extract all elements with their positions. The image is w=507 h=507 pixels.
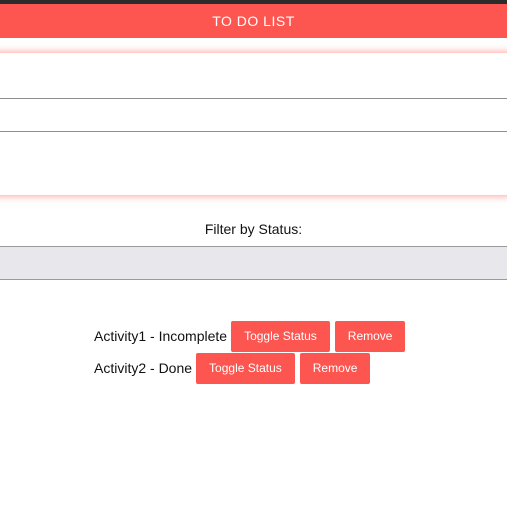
todo-name-input[interactable] [0,55,507,99]
toggle-status-button[interactable]: Toggle Status [196,352,295,384]
todo-list: Activity1 - Incomplete Toggle Status Rem… [94,320,410,384]
todo-item-text: Activity1 - Incomplete [94,328,228,344]
remove-button[interactable]: Remove [299,352,371,384]
remove-button[interactable]: Remove [334,320,406,352]
list-item: Activity1 - Incomplete Toggle Status Rem… [94,320,410,352]
todo-item-text: Activity2 - Done [94,360,193,376]
status-filter-select[interactable] [0,246,507,280]
list-item: Activity2 - Done Toggle Status Remove [94,352,410,384]
todo-status-input[interactable] [0,99,507,132]
todo-form [0,53,507,195]
toggle-status-button[interactable]: Toggle Status [231,320,330,352]
page-title: TO DO LIST [212,13,295,29]
app-header: TO DO LIST [0,4,507,38]
form-submit-area[interactable] [0,132,507,190]
filter-label: Filter by Status: [204,221,303,237]
